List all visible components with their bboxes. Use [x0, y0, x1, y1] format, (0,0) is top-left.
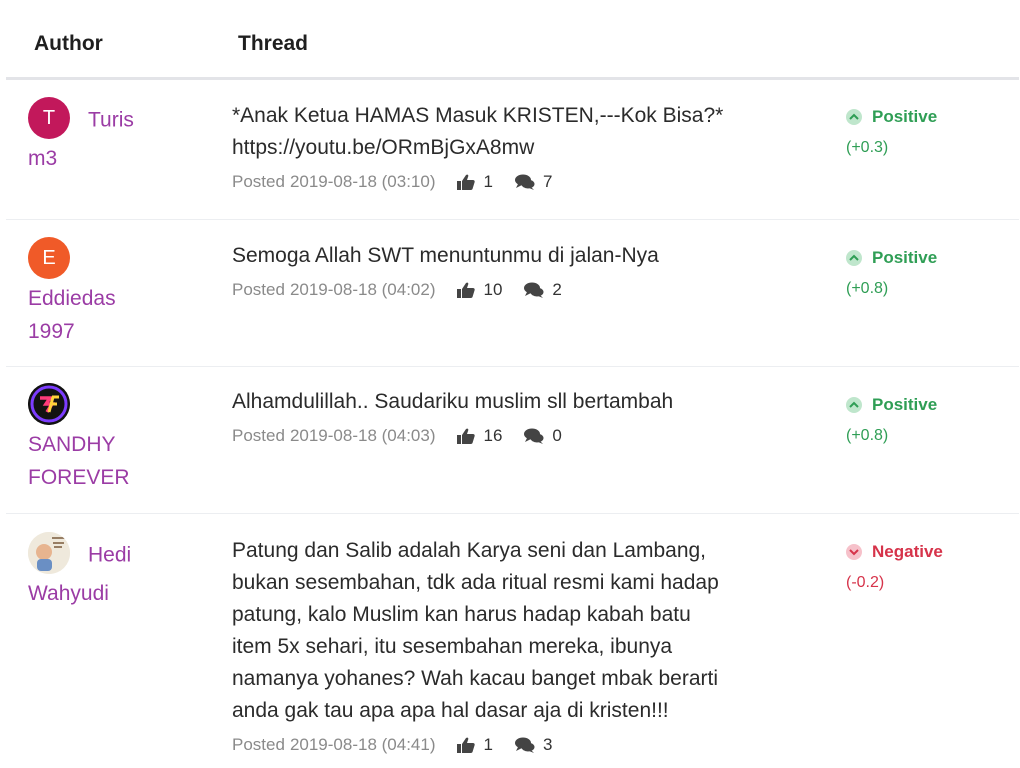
thumbs-up-icon [457, 282, 476, 298]
author-cell: T Turis m3 [28, 97, 208, 175]
post-meta: Posted 2019-08-18 (04:03) 16 0 [232, 426, 812, 446]
posted-timestamp: 2019-08-18 (03:10) [289, 172, 436, 191]
posted-label: Posted [232, 280, 285, 299]
sentiment-cell: Positive (+0.8) [846, 395, 1006, 445]
post-meta: Posted 2019-08-18 (03:10) 1 7 [232, 172, 812, 192]
thumbs-up-icon [457, 737, 476, 753]
row-divider [6, 366, 1019, 367]
comments-count: 3 [542, 735, 553, 754]
posted-timestamp: 2019-08-18 (04:03) [289, 426, 436, 445]
thumbs-up-icon [457, 174, 476, 190]
chevron-up-icon [846, 109, 862, 125]
avatar[interactable]: T [28, 97, 70, 139]
sentiment-label: Positive [872, 395, 938, 414]
author-link[interactable]: SANDHY [28, 433, 116, 456]
header-divider [6, 77, 1019, 80]
sentiment-label: Negative [872, 542, 943, 561]
posted-label: Posted [232, 172, 285, 191]
comments-icon [524, 428, 544, 444]
thread-link[interactable]: https://youtu.be/ORmBjGxA8mw [232, 132, 812, 164]
sentiment-cell: Negative (-0.2) [846, 542, 1006, 592]
baby-photo-icon [28, 532, 70, 574]
post-meta: Posted 2019-08-18 (04:02) 10 2 [232, 280, 812, 300]
thread-column-header: Thread [238, 32, 309, 55]
comments-stat[interactable]: 3 [514, 735, 553, 755]
comments-stat[interactable]: 7 [514, 172, 553, 192]
likes-stat[interactable]: 10 [457, 280, 502, 300]
chevron-up-icon [846, 250, 862, 266]
thread-cell: Patung dan Salib adalah Karya seni dan L… [232, 535, 812, 755]
comments-icon [514, 737, 535, 753]
thread-line: patung, kalo Muslim kan harus hadap kaba… [232, 603, 691, 626]
chevron-down-icon [846, 544, 862, 560]
likes-stat[interactable]: 16 [457, 426, 502, 446]
likes-stat[interactable]: 1 [457, 735, 493, 755]
thread-line: namanya yohanes? Wah kacau banget mbak b… [232, 667, 719, 690]
thread-line: Alhamdulillah.. Saudariku muslim sll ber… [232, 390, 674, 413]
thread-text: Patung dan Salib adalah Karya seni dan L… [232, 535, 812, 727]
sf-logo-icon [28, 383, 70, 425]
sentiment-label: Positive [872, 248, 938, 267]
sentiment-score: (+0.8) [846, 427, 889, 444]
comments-stat[interactable]: 0 [524, 426, 562, 446]
likes-count: 1 [483, 735, 493, 754]
sentiment-badge: Positive [846, 395, 1006, 415]
comments-count: 7 [542, 172, 553, 191]
sentiment-cell: Positive (+0.8) [846, 248, 1006, 298]
avatar[interactable] [28, 383, 70, 425]
comments-count: 2 [552, 280, 562, 299]
sentiment-badge: Positive [846, 107, 1006, 127]
post-meta: Posted 2019-08-18 (04:41) 1 3 [232, 735, 812, 755]
author-column-header: Author [34, 32, 103, 55]
likes-count: 1 [483, 172, 493, 191]
row-divider [6, 513, 1019, 514]
thread-line: Patung dan Salib adalah Karya seni dan L… [232, 539, 707, 562]
thread-text: Semoga Allah SWT menuntunmu di jalan-Nya [232, 240, 812, 272]
sentiment-label: Positive [872, 107, 938, 126]
row-divider [6, 219, 1019, 220]
likes-count: 10 [483, 280, 503, 299]
table-header: Author Thread [0, 0, 1020, 78]
sentiment-badge: Negative [846, 542, 1006, 562]
thread-text: Alhamdulillah.. Saudariku muslim sll ber… [232, 386, 812, 418]
likes-stat[interactable]: 1 [457, 172, 493, 192]
author-link[interactable]: Eddiedas [28, 287, 116, 310]
thread-cell: Alhamdulillah.. Saudariku muslim sll ber… [232, 386, 812, 446]
author-link-cont[interactable]: Wahyudi [28, 582, 109, 605]
thread-cell: Semoga Allah SWT menuntunmu di jalan-Nya… [232, 240, 812, 300]
author-link-cont[interactable]: m3 [28, 147, 57, 170]
posted-timestamp: 2019-08-18 (04:02) [289, 280, 436, 299]
sentiment-cell: Positive (+0.3) [846, 107, 1006, 157]
comments-icon [514, 174, 535, 190]
sentiment-score: (+0.8) [846, 280, 889, 297]
thread-line: Semoga Allah SWT menuntunmu di jalan-Nya [232, 244, 659, 267]
comments-icon [524, 282, 544, 298]
avatar[interactable]: E [28, 237, 70, 279]
author-link[interactable]: Turis [88, 109, 134, 132]
author-cell: SANDHY FOREVER [28, 383, 208, 494]
sentiment-badge: Positive [846, 248, 1006, 268]
thread-cell: *Anak Ketua HAMAS Masuk KRISTEN,---Kok B… [232, 100, 812, 192]
author-link-cont[interactable]: FOREVER [28, 466, 130, 489]
author-link-cont[interactable]: 1997 [28, 320, 75, 343]
thread-line: bukan sesembahan, tdk ada ritual resmi k… [232, 571, 719, 594]
thread-line: anda gak tau apa apa hal dasar aja di kr… [232, 699, 669, 722]
thread-text: *Anak Ketua HAMAS Masuk KRISTEN,---Kok B… [232, 100, 812, 164]
thumbs-up-icon [457, 428, 476, 444]
thread-line: item 5x sehari, itu sesembahan mereka, i… [232, 635, 673, 658]
posted-label: Posted [232, 735, 285, 754]
author-cell: Hedi Wahyudi [28, 532, 208, 610]
author-cell: E Eddiedas 1997 [28, 237, 208, 348]
comments-count: 0 [552, 426, 562, 445]
avatar[interactable] [28, 532, 70, 574]
author-link[interactable]: Hedi [88, 544, 131, 567]
posted-label: Posted [232, 426, 285, 445]
likes-count: 16 [483, 426, 503, 445]
posted-timestamp: 2019-08-18 (04:41) [289, 735, 436, 754]
chevron-up-icon [846, 397, 862, 413]
sentiment-score: (-0.2) [846, 574, 885, 591]
sentiment-score: (+0.3) [846, 139, 889, 156]
thread-line: *Anak Ketua HAMAS Masuk KRISTEN,---Kok B… [232, 104, 724, 127]
comments-stat[interactable]: 2 [524, 280, 562, 300]
